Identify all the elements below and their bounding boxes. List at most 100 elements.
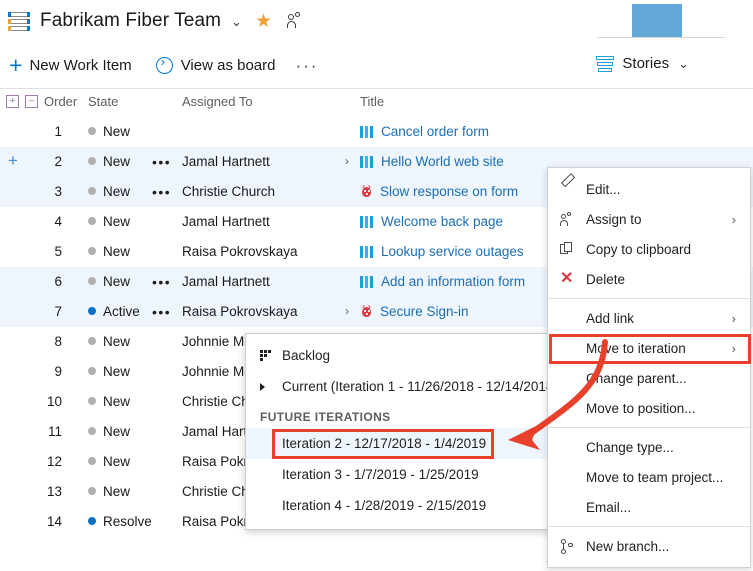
menu-item-label: Edit...	[586, 182, 621, 197]
collapse-all-button[interactable]: −	[25, 95, 38, 108]
cell-state: New	[88, 394, 130, 409]
cell-order: 2	[28, 154, 62, 169]
cell-state: New	[88, 454, 130, 469]
expand-all-button[interactable]: +	[6, 95, 19, 108]
page-title: Fabrikam Fiber Team	[40, 10, 221, 32]
flyout-item-iteration-3[interactable]: Iteration 3 - 1/7/2019 - 1/25/2019	[246, 459, 564, 490]
column-header-assigned[interactable]: Assigned To	[182, 94, 253, 109]
menu-item-add-link[interactable]: Add link›	[548, 303, 750, 333]
cell-title[interactable]: Welcome back page	[360, 214, 503, 229]
menu-item-move-to-team-project[interactable]: Move to team project...	[548, 462, 750, 492]
menu-item-label: Copy to clipboard	[586, 242, 691, 257]
cell-title[interactable]: Secure Sign-in	[360, 304, 469, 319]
title-text: Lookup service outages	[381, 244, 524, 259]
cell-state: New	[88, 364, 130, 379]
stories-icon	[596, 56, 614, 72]
cell-title[interactable]: Cancel order form	[360, 124, 489, 139]
row-context-menu-button[interactable]: •••	[152, 185, 171, 199]
row-context-menu-button[interactable]: •••	[152, 305, 171, 319]
story-icon	[360, 156, 374, 168]
column-header-title[interactable]: Title	[360, 94, 384, 109]
flyout-item-iteration-4[interactable]: Iteration 4 - 1/28/2019 - 2/15/2019	[246, 490, 564, 521]
chevron-right-icon: ›	[732, 212, 736, 227]
cell-assigned-to: Raisa Pokrovskaya	[182, 244, 298, 259]
cell-title[interactable]: Add an information form	[360, 274, 525, 289]
story-icon	[360, 126, 374, 138]
view-as-board-label: View as board	[181, 57, 276, 74]
row-context-menu-button[interactable]: •••	[152, 155, 171, 169]
cell-assigned-to: Christie Church	[182, 184, 275, 199]
cell-title[interactable]: Lookup service outages	[360, 244, 524, 259]
chevron-right-icon: ›	[732, 311, 736, 326]
cell-assigned-to: Jamal Hartnett	[182, 274, 270, 289]
cell-order: 6	[28, 274, 62, 289]
status-dot	[88, 517, 96, 525]
story-icon	[360, 216, 374, 228]
flyout-item-current-iteration[interactable]: Current (Iteration 1 - 11/26/2018 - 12/1…	[246, 371, 564, 402]
stories-dropdown[interactable]: Stories ⌄	[596, 55, 689, 72]
status-dot	[88, 217, 96, 225]
cell-order: 3	[28, 184, 62, 199]
menu-item-label: Email...	[586, 500, 631, 515]
menu-item-delete[interactable]: ✕Delete	[548, 264, 750, 294]
table-row[interactable]: 1NewCancel order form	[0, 117, 753, 147]
menu-item-new-branch[interactable]: New branch...	[548, 531, 750, 561]
copy-icon	[560, 242, 574, 256]
new-work-item-label: New Work Item	[29, 57, 131, 74]
menu-item-move-to-position[interactable]: Move to position...	[548, 393, 750, 423]
cell-state: New	[88, 424, 130, 439]
menu-item-copy-to-clipboard[interactable]: Copy to clipboard	[548, 234, 750, 264]
title-text: Hello World web site	[381, 154, 504, 169]
menu-item-label: Change type...	[586, 440, 674, 455]
status-dot	[88, 367, 96, 375]
flyout-item-backlog[interactable]: Backlog	[246, 340, 564, 371]
cell-title[interactable]: Hello World web site	[360, 154, 504, 169]
row-expand-chevron-icon[interactable]: ›	[345, 154, 349, 168]
more-options-icon[interactable]: ···	[295, 57, 318, 74]
cell-order: 5	[28, 244, 62, 259]
row-expand-chevron-icon[interactable]: ›	[345, 304, 349, 318]
header-divider	[597, 37, 725, 38]
menu-item-move-to-iteration[interactable]: Move to iteration›	[548, 333, 750, 363]
new-work-item-button[interactable]: + New Work Item	[0, 54, 132, 77]
menu-item-label: Change parent...	[586, 371, 687, 386]
status-dot	[88, 247, 96, 255]
menu-item-change-type[interactable]: Change type...	[548, 432, 750, 462]
cell-assigned-to: Jamal Hartnett	[182, 214, 270, 229]
people-icon[interactable]	[287, 12, 305, 30]
cell-state: New	[88, 244, 130, 259]
cell-state: New	[88, 154, 130, 169]
status-dot	[88, 157, 96, 165]
cell-order: 10	[28, 394, 62, 409]
flyout-item-iteration-2[interactable]: Iteration 2 - 12/17/2018 - 1/4/2019	[246, 428, 564, 459]
menu-item-label: Move to position...	[586, 401, 696, 416]
column-header-state[interactable]: State	[88, 94, 118, 109]
view-as-board-button[interactable]: View as board	[132, 57, 276, 74]
chevron-right-icon: ›	[732, 341, 736, 356]
cell-order: 12	[28, 454, 62, 469]
chevron-down-icon[interactable]: ⌄	[231, 15, 242, 28]
column-header-order[interactable]: Order	[44, 94, 77, 109]
menu-item-assign-to[interactable]: Assign to›	[548, 204, 750, 234]
title-text: Add an information form	[381, 274, 525, 289]
status-dot	[88, 487, 96, 495]
menu-item-email[interactable]: Email...	[548, 492, 750, 522]
cell-title[interactable]: Slow response on form	[360, 184, 518, 199]
favorite-star-icon[interactable]: ★	[255, 12, 272, 31]
cell-state: New	[88, 124, 130, 139]
branch-icon	[560, 539, 574, 554]
title-text: Secure Sign-in	[380, 304, 469, 319]
cell-order: 9	[28, 364, 62, 379]
row-context-menu-button[interactable]: •••	[152, 275, 171, 289]
menu-item-edit[interactable]: Edit...	[548, 174, 750, 204]
flyout-section-title: FUTURE ITERATIONS	[246, 402, 564, 428]
cell-order: 7	[28, 304, 62, 319]
title-text: Welcome back page	[381, 214, 503, 229]
iteration-label: Iteration 4 - 1/28/2019 - 2/15/2019	[282, 498, 486, 513]
menu-divider	[548, 298, 750, 299]
cell-state: Resolve	[88, 514, 152, 529]
cell-assigned-to: Jamal Hartnett	[182, 154, 270, 169]
menu-item-change-parent[interactable]: Change parent...	[548, 363, 750, 393]
status-dot	[88, 337, 96, 345]
row-expand-plus-icon[interactable]: +	[8, 152, 18, 169]
